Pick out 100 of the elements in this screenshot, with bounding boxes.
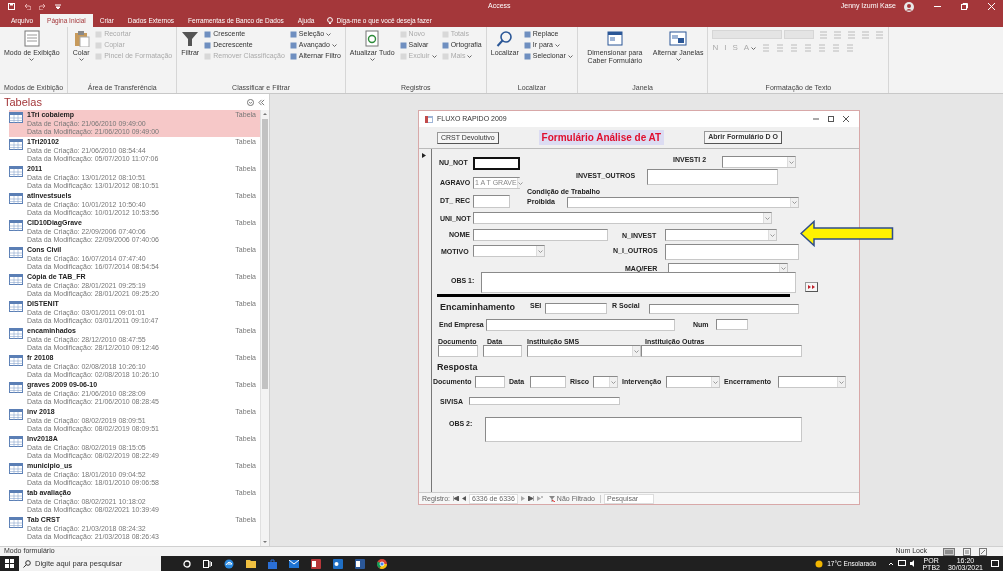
caret-icon	[781, 266, 786, 271]
dropdown-button[interactable]	[609, 377, 617, 387]
text-field[interactable]	[473, 229, 608, 241]
minimize-icon[interactable]	[934, 3, 941, 10]
first-record-icon[interactable]	[453, 496, 459, 501]
text-field[interactable]	[486, 319, 675, 331]
chevron-up-icon[interactable]	[888, 560, 895, 567]
access-app-icon[interactable]	[311, 558, 321, 569]
network-icon[interactable]	[898, 560, 907, 567]
dropdown-button[interactable]	[787, 157, 795, 167]
text-field[interactable]	[530, 376, 566, 388]
grid-icon	[22, 30, 41, 47]
caret-icon	[751, 45, 757, 51]
combo-box[interactable]	[473, 212, 772, 224]
maximize-icon[interactable]	[828, 116, 834, 122]
caret-icon	[467, 53, 473, 59]
previous-record-icon[interactable]	[462, 496, 466, 501]
dropdown-button[interactable]	[536, 246, 544, 256]
table-icon	[9, 112, 23, 123]
dropdown-button[interactable]	[768, 230, 776, 240]
text-field[interactable]	[485, 417, 802, 442]
combo-box[interactable]	[778, 376, 846, 388]
avatar-icon[interactable]	[904, 1, 914, 12]
cortana-icon[interactable]	[183, 559, 191, 568]
text-field[interactable]	[649, 304, 799, 314]
form-icon	[425, 115, 433, 123]
sun-icon	[815, 559, 824, 568]
table-icon	[9, 301, 23, 312]
collapse-icon[interactable]	[258, 98, 265, 106]
undo-icon[interactable]	[23, 3, 31, 10]
combo-box[interactable]	[527, 345, 641, 357]
search-icon	[23, 559, 31, 568]
text-field[interactable]	[665, 244, 799, 260]
text-field[interactable]	[545, 303, 607, 314]
combo-box[interactable]	[567, 197, 799, 208]
design-view-icon[interactable]	[979, 547, 987, 556]
outlook-app-icon[interactable]	[333, 558, 343, 569]
text-field[interactable]	[475, 376, 505, 388]
text-field[interactable]	[641, 345, 802, 357]
row-color-icon[interactable]	[846, 44, 855, 52]
record-selector[interactable]	[419, 149, 432, 492]
dropdown-button[interactable]	[763, 213, 771, 223]
shopping-bag-icon[interactable]	[268, 558, 277, 569]
dropdown-button[interactable]	[837, 377, 845, 387]
dropdown-button[interactable]	[632, 346, 640, 356]
next-button[interactable]	[805, 282, 818, 292]
customize-icon[interactable]	[55, 3, 61, 10]
table-icon	[9, 274, 23, 285]
text-field[interactable]	[473, 195, 510, 208]
fill-color-icon[interactable]	[776, 44, 785, 52]
caret-icon	[839, 379, 844, 385]
scroll-down-icon[interactable]	[262, 539, 268, 545]
funnel-icon	[181, 30, 200, 47]
edge-icon[interactable]	[224, 558, 234, 569]
table-icon	[9, 463, 23, 474]
dropdown-button[interactable]	[516, 178, 523, 188]
last-record-icon[interactable]	[527, 496, 534, 501]
windows-logo-icon[interactable]	[5, 559, 14, 568]
caret-icon	[555, 42, 560, 48]
combo-box[interactable]	[666, 376, 720, 388]
combo-box[interactable]	[473, 245, 545, 257]
mail-icon[interactable]	[289, 559, 299, 568]
table-icon	[9, 328, 23, 339]
scroll-thumb[interactable]	[262, 119, 268, 389]
text-field[interactable]	[716, 319, 748, 330]
text-field[interactable]	[469, 397, 620, 405]
combo-box[interactable]	[665, 229, 777, 241]
table-icon	[9, 166, 23, 177]
caret-icon	[29, 57, 35, 62]
form-heading: Formulário Análise de AT	[538, 130, 665, 145]
text-field[interactable]	[481, 272, 796, 293]
table-icon	[9, 409, 23, 420]
text-field[interactable]	[438, 345, 478, 357]
size-field[interactable]	[784, 30, 815, 39]
dropdown-button[interactable]	[711, 377, 719, 387]
next-record-icon[interactable]	[520, 496, 525, 501]
table-icon	[9, 193, 23, 204]
text-field[interactable]	[483, 345, 522, 357]
folder-icon[interactable]	[246, 559, 256, 568]
browser-icon[interactable]	[377, 558, 387, 569]
combo-box[interactable]	[593, 376, 618, 388]
notification-icon[interactable]	[991, 559, 999, 568]
chevron-circle-icon[interactable]	[247, 98, 254, 106]
font-field[interactable]	[712, 30, 783, 39]
refresh-document-icon	[363, 30, 382, 47]
text-field[interactable]	[473, 157, 520, 170]
scrollbar[interactable]	[260, 110, 269, 546]
redo-icon[interactable]	[39, 3, 47, 10]
layout-view-icon[interactable]	[963, 547, 971, 556]
close-icon[interactable]	[843, 116, 849, 122]
word-app-icon[interactable]	[355, 558, 365, 569]
task-view-icon[interactable]	[203, 559, 212, 568]
restore-icon[interactable]	[961, 3, 968, 10]
form-view-icon[interactable]	[943, 547, 955, 556]
save-icon[interactable]	[8, 3, 15, 10]
scroll-up-icon[interactable]	[262, 111, 268, 117]
dropdown-button[interactable]	[790, 198, 798, 207]
combo-box[interactable]	[722, 156, 796, 168]
current-record-icon	[422, 153, 426, 158]
text-field[interactable]	[647, 169, 778, 185]
